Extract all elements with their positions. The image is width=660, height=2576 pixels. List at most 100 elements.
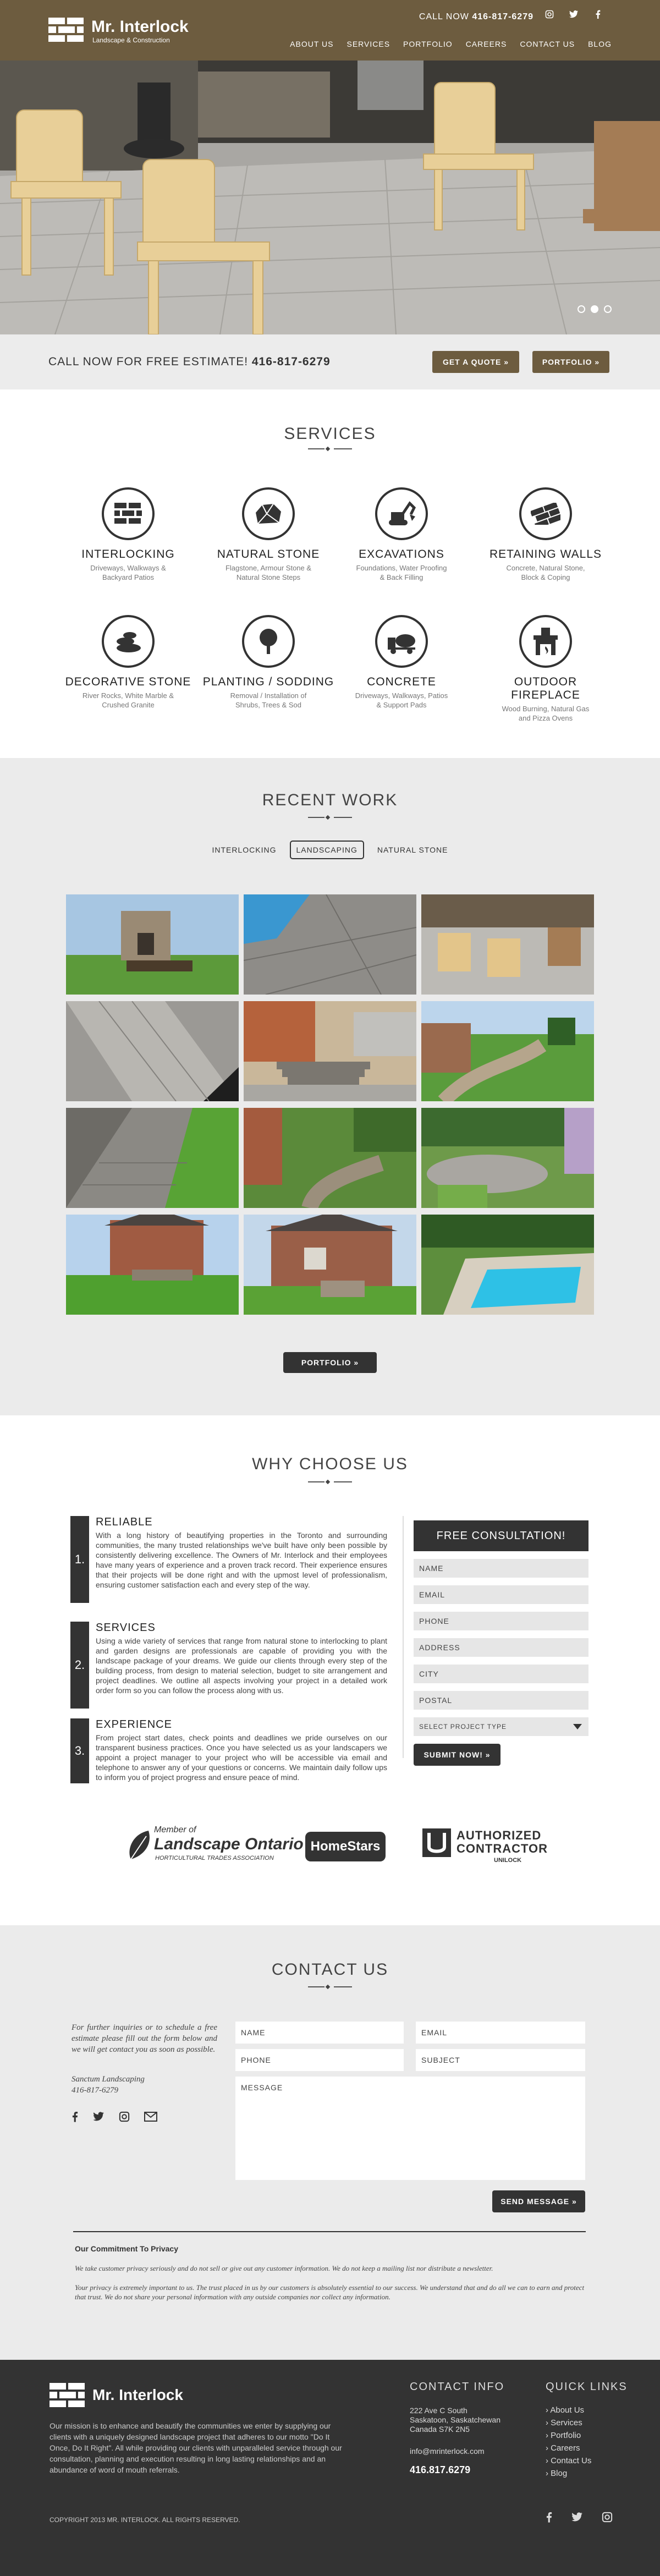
- estimate-text: CALL NOW FOR FREE ESTIMATE! 416-817-6279: [48, 355, 331, 369]
- landscape-ontario-logo[interactable]: Member of Landscape Ontario HORTICULTURA…: [127, 1825, 304, 1865]
- call-label: CALL NOW: [419, 12, 469, 21]
- consult-city-input[interactable]: CITY: [414, 1665, 588, 1683]
- unilock-authorized-logo[interactable]: AUTHORIZED CONTRACTOR UNILOCK: [422, 1827, 547, 1866]
- contact-subject-input[interactable]: SUBJECT: [416, 2049, 585, 2071]
- nav-about-us[interactable]: ABOUT US: [290, 40, 333, 48]
- portfolio-button[interactable]: PORTFOLIO »: [532, 351, 609, 373]
- header-phone[interactable]: 416-817-6279: [472, 12, 534, 21]
- instagram-icon[interactable]: [541, 10, 558, 21]
- contractor-text: CONTRACTOR: [457, 1842, 548, 1855]
- contact-message-textarea[interactable]: MESSAGE: [235, 2077, 585, 2180]
- gallery-item[interactable]: [244, 894, 416, 995]
- gallery-item[interactable]: [244, 1108, 416, 1208]
- address-line-1: 222 Ave C South: [410, 2406, 468, 2415]
- slide-dot-3[interactable]: [604, 305, 612, 313]
- footer-email[interactable]: info@mrinterlock.com: [410, 2447, 485, 2456]
- service-planting-sodding[interactable]: PLANTING / SODDING Removal / Installatio…: [202, 615, 334, 710]
- filter-landscaping[interactable]: LANDSCAPING: [289, 841, 364, 859]
- contact-phone[interactable]: 416-817-6279: [72, 2086, 118, 2095]
- gallery-item[interactable]: [421, 1215, 594, 1315]
- nav-blog[interactable]: BLOG: [588, 40, 612, 48]
- gallery-item[interactable]: [244, 1215, 416, 1315]
- lo-name: Landscape Ontario: [154, 1835, 304, 1853]
- fireplace-icon: [519, 615, 572, 668]
- slide-dot-2[interactable]: [591, 305, 598, 313]
- nav-contact-us[interactable]: CONTACT US: [520, 40, 575, 48]
- gallery-item[interactable]: [244, 1001, 416, 1101]
- send-message-button[interactable]: SEND MESSAGE »: [492, 2190, 585, 2212]
- address-line-3: Canada S7K 2N5: [410, 2425, 470, 2434]
- nav-portfolio[interactable]: PORTFOLIO: [403, 40, 453, 48]
- logo-tagline: Landscape & Construction: [92, 36, 170, 44]
- get-a-quote-button[interactable]: GET A QUOTE »: [432, 351, 519, 373]
- service-natural-stone[interactable]: NATURAL STONE Flagstone, Armour Stone & …: [202, 487, 334, 582]
- footer-link-about-us[interactable]: › About Us: [546, 2404, 591, 2416]
- footer-link-services[interactable]: › Services: [546, 2416, 591, 2429]
- gallery-item[interactable]: [66, 1108, 239, 1208]
- gallery-item[interactable]: [421, 1001, 594, 1101]
- service-title: EXCAVATIONS: [359, 548, 444, 561]
- consult-postal-input[interactable]: POSTAL: [414, 1691, 588, 1710]
- contact-phone-input[interactable]: PHONE: [235, 2049, 404, 2071]
- instagram-icon[interactable]: [119, 2111, 130, 2122]
- filter-natural-stone[interactable]: NATURAL STONE: [371, 841, 455, 859]
- gallery-item[interactable]: [66, 1001, 239, 1101]
- tree-icon: [242, 615, 295, 668]
- service-retaining-walls[interactable]: RETAINING WALLS Concrete, Natural Stone,…: [480, 487, 612, 582]
- instagram-icon[interactable]: [602, 2512, 613, 2523]
- hero-slider[interactable]: [0, 61, 660, 334]
- footer-link-blog[interactable]: › Blog: [546, 2467, 591, 2480]
- estimate-label: CALL NOW FOR FREE ESTIMATE!: [48, 355, 249, 368]
- portfolio-gallery: [66, 894, 594, 1315]
- service-decorative-stone[interactable]: DECORATIVE STONE River Rocks, White Marb…: [62, 615, 194, 710]
- gallery-item[interactable]: [421, 894, 594, 995]
- service-outdoor-fireplace[interactable]: OUTDOOR FIREPLACE Wood Burning, Natural …: [480, 615, 612, 723]
- slide-dot-1[interactable]: [578, 305, 585, 313]
- submit-now-button[interactable]: SUBMIT NOW! »: [414, 1744, 501, 1766]
- service-concrete[interactable]: CONCRETE Driveways, Walkways, Patios & S…: [336, 615, 468, 710]
- service-desc: Driveways, Walkways & Backyard Patios: [90, 564, 166, 581]
- service-desc: Wood Burning, Natural Gas and Pizza Oven…: [502, 705, 590, 722]
- unilock-text: UNILOCK: [494, 1857, 522, 1864]
- footer-link-portfolio[interactable]: › Portfolio: [546, 2429, 591, 2442]
- footer-phone[interactable]: 416.817.6279: [410, 2464, 470, 2476]
- estimate-phone[interactable]: 416-817-6279: [252, 355, 331, 368]
- service-excavations[interactable]: EXCAVATIONS Foundations, Water Proofing …: [336, 487, 468, 582]
- facebook-icon[interactable]: [72, 2111, 78, 2122]
- project-type-select[interactable]: SELECT PROJECT TYPE: [414, 1717, 588, 1736]
- twitter-icon[interactable]: [565, 10, 582, 21]
- email-icon[interactable]: [144, 2111, 157, 2122]
- consult-address-input[interactable]: ADDRESS: [414, 1638, 588, 1657]
- nav-services[interactable]: SERVICES: [346, 40, 390, 48]
- privacy-heading: Our Commitment To Privacy: [75, 2244, 179, 2253]
- logo[interactable]: Mr. Interlock Landscape & Construction: [48, 17, 219, 45]
- gallery-item[interactable]: [66, 894, 239, 995]
- footer-link-contact-us[interactable]: › Contact Us: [546, 2454, 591, 2467]
- gallery-item[interactable]: [66, 1215, 239, 1315]
- wall-icon: [519, 487, 572, 540]
- homestars-logo[interactable]: HomeStars: [305, 1832, 386, 1861]
- filter-interlocking[interactable]: INTERLOCKING: [205, 841, 283, 859]
- facebook-icon[interactable]: [590, 10, 606, 21]
- consult-email-input[interactable]: EMAIL: [414, 1585, 588, 1604]
- contact-name-input[interactable]: NAME: [235, 2022, 404, 2044]
- footer-link-careers[interactable]: › Careers: [546, 2442, 591, 2454]
- gallery-item[interactable]: [421, 1108, 594, 1208]
- footer-logo[interactable]: Mr. Interlock: [50, 2381, 209, 2408]
- recent-portfolio-button[interactable]: PORTFOLIO »: [283, 1352, 377, 1373]
- facebook-icon[interactable]: [546, 2512, 552, 2523]
- hero-patio-image: [0, 61, 660, 334]
- stone-icon: [242, 487, 295, 540]
- contact-email-input[interactable]: EMAIL: [416, 2022, 585, 2044]
- consult-name-input[interactable]: NAME: [414, 1559, 588, 1578]
- footer-link-label: Services: [551, 2418, 582, 2427]
- lo-member: Member of: [154, 1825, 196, 1834]
- service-interlocking[interactable]: INTERLOCKING Driveways, Walkways & Backy…: [62, 487, 194, 582]
- twitter-icon[interactable]: [92, 2111, 105, 2122]
- nav-careers[interactable]: CAREERS: [466, 40, 507, 48]
- consult-phone-input[interactable]: PHONE: [414, 1612, 588, 1630]
- service-desc: Foundations, Water Proofing & Back Filli…: [356, 564, 447, 581]
- contact-intro: For further inquiries or to schedule a f…: [72, 2023, 217, 2054]
- why-number: 3.: [70, 1718, 89, 1783]
- twitter-icon[interactable]: [571, 2512, 583, 2523]
